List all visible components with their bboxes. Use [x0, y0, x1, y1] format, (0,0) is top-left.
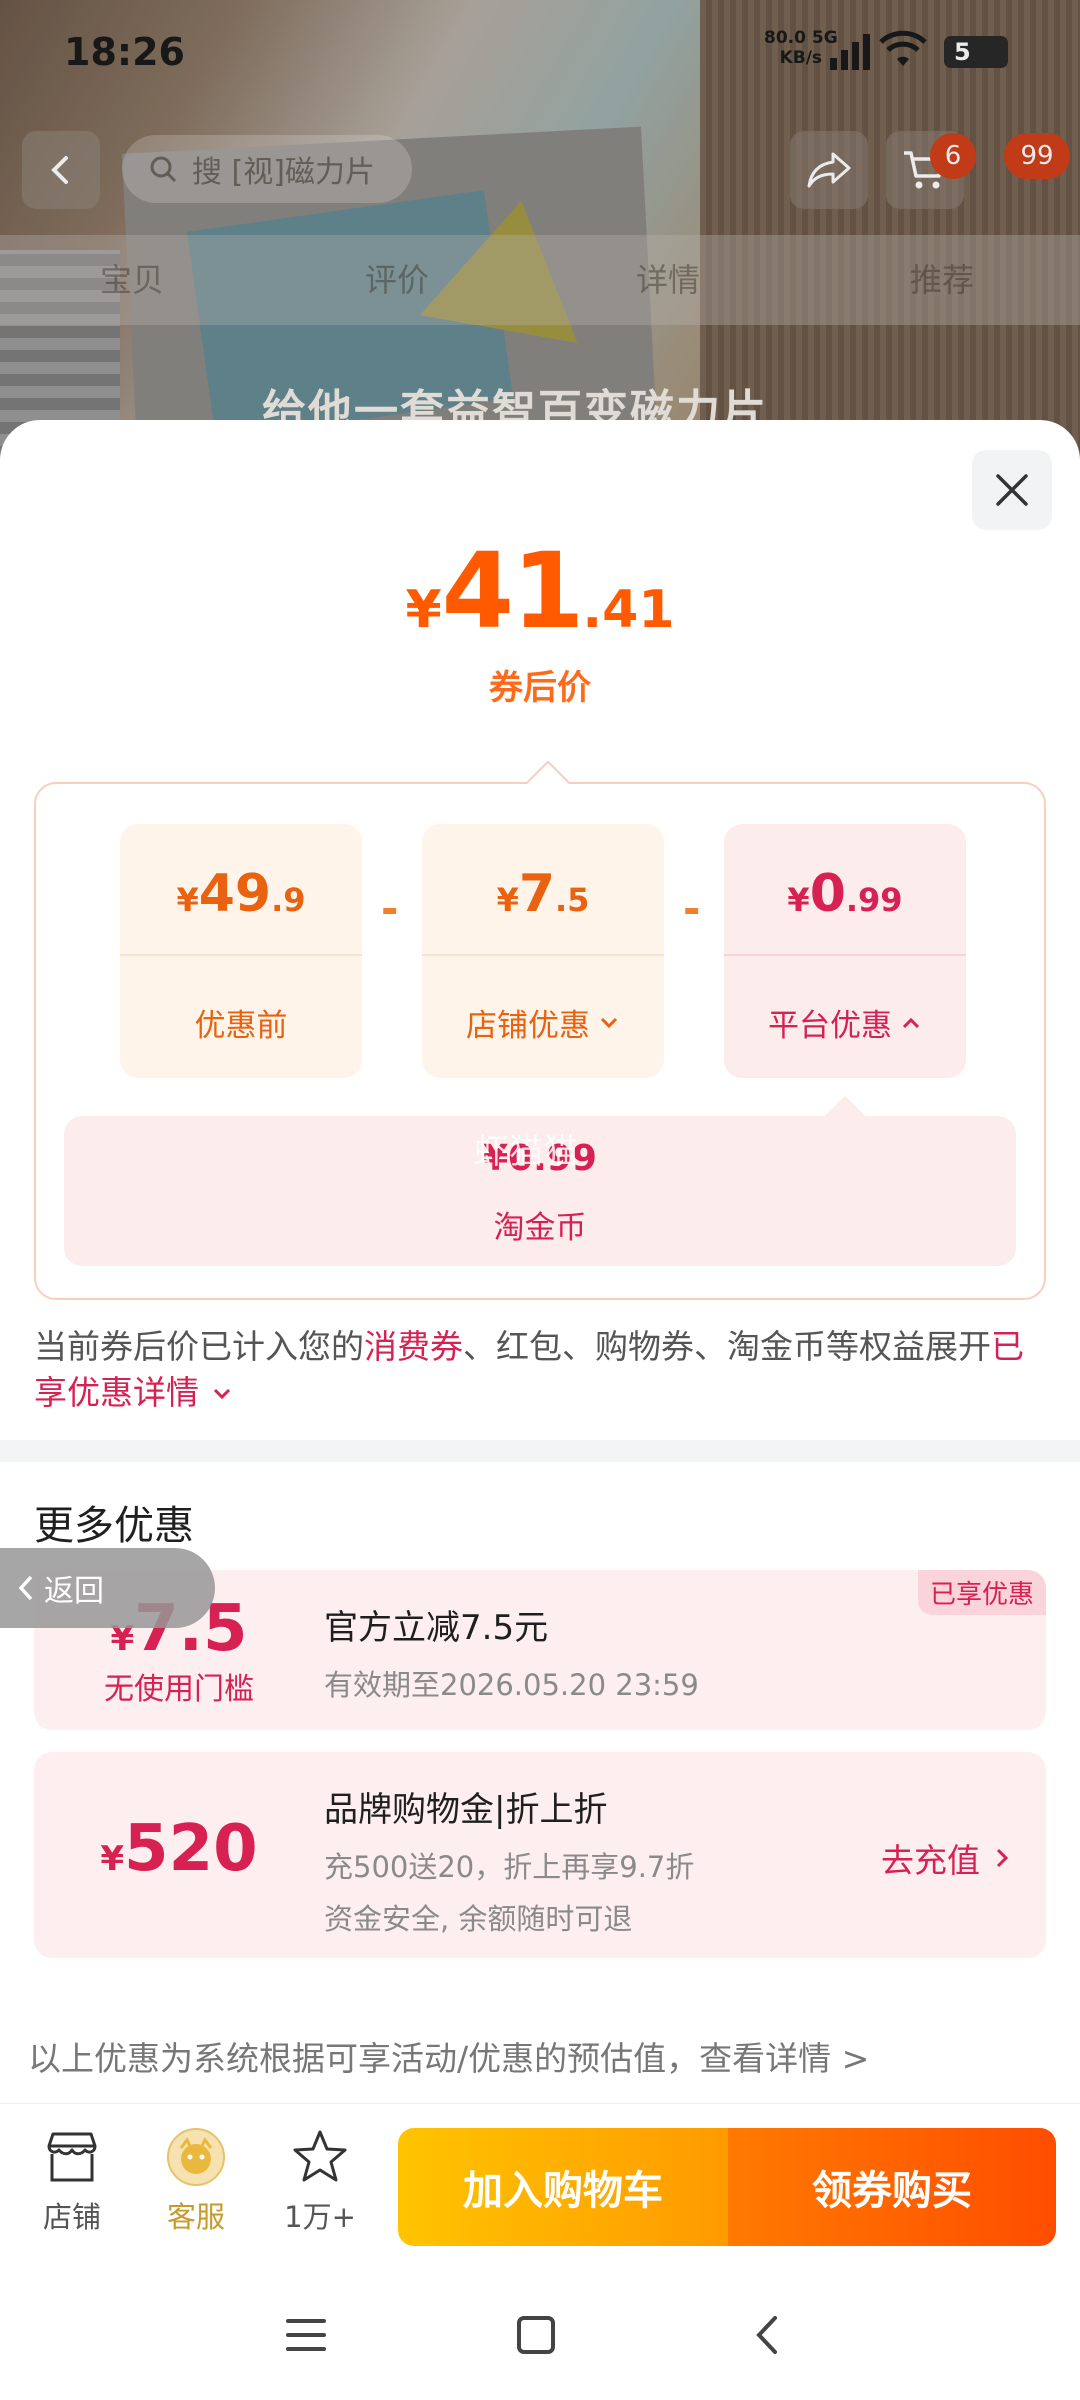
menu-icon [286, 2319, 326, 2351]
topup-button[interactable]: 去充值 [881, 1834, 1010, 1882]
bottom-action-bar: 店铺 客服 1万+ 加入购物车 领券购买 [0, 2103, 1080, 2253]
offer-title: 官方立减7.5元 [324, 1608, 549, 1648]
chevron-right-icon [996, 1848, 1009, 1868]
section-divider [0, 1440, 1080, 1462]
chevron-left-icon [18, 1575, 33, 1601]
floating-back-button[interactable]: 返回 [0, 1548, 215, 1628]
platform-discount-card[interactable]: ¥0.99 平台优惠 [724, 824, 966, 1078]
original-price-label: 优惠前 [194, 1008, 288, 1044]
system-navigation-bar [0, 2270, 1080, 2400]
add-to-cart-button[interactable]: 加入购物车 [398, 2128, 728, 2246]
back-key[interactable] [736, 2310, 796, 2360]
taojinbi-card: ¥0.99 淘金币 虾猫猫 [64, 1116, 1016, 1266]
watermark: 虾猫猫 [474, 1132, 579, 1172]
shop-button[interactable]: 店铺 [22, 2124, 122, 2236]
buy-with-coupon-button[interactable]: 领券购买 [728, 2128, 1056, 2246]
chevron-up-icon [902, 1017, 920, 1028]
offer-description: 资金安全, 余额随时可退 [324, 1902, 633, 1936]
favorite-button[interactable]: 1万+ [270, 2124, 370, 2236]
customer-service-button[interactable]: 客服 [146, 2124, 246, 2236]
offer-validity: 有效期至2026.05.20 23:59 [324, 1668, 699, 1702]
star-icon [293, 2130, 347, 2182]
offer-description: 充500送20，折上再享9.7折 [324, 1850, 695, 1884]
offer-title: 品牌购物金|折上折 [324, 1790, 608, 1830]
offer-card-shopping-credit: ¥520 品牌购物金|折上折 充500送20，折上再享9.7折 资金安全, 余额… [34, 1752, 1046, 1958]
shop-discount-label: 店铺优惠 [466, 1008, 590, 1044]
chevron-down-icon [600, 1017, 618, 1028]
disclaimer-link[interactable]: 以上优惠为系统根据可享活动/优惠的预估值，查看详情 > [28, 2032, 869, 2080]
offer-amount: ¥520 [100, 1812, 258, 1886]
enjoyed-badge: 已享优惠 [917, 1570, 1046, 1615]
shop-discount-card[interactable]: ¥7.5 店铺优惠 [422, 824, 664, 1078]
original-price-card: ¥49.9 优惠前 [120, 824, 362, 1078]
home-key[interactable] [506, 2310, 566, 2360]
minus-sign: - [381, 884, 399, 933]
offer-threshold: 无使用门槛 [104, 1672, 254, 1707]
final-price-label: 券后价 [489, 668, 591, 708]
platform-discount-label: 平台优惠 [768, 1008, 892, 1044]
more-offers-title: 更多优惠 [34, 1503, 194, 1549]
chevron-down-icon [213, 1388, 230, 1400]
close-icon [996, 474, 1028, 506]
store-icon [47, 2132, 97, 2182]
dim-overlay [0, 0, 1080, 470]
close-button[interactable] [972, 450, 1052, 530]
taojinbi-label: 淘金币 [493, 1210, 587, 1246]
back-icon [756, 2316, 777, 2354]
final-price: ¥41.41 [405, 530, 675, 652]
price-note: 当前券后价已计入您的消费券、红包、购物券、淘金币等权益展开已享优惠详情 [34, 1327, 1024, 1412]
purchase-buttons: 加入购物车 领券购买 [398, 2128, 1056, 2246]
breakdown-caret [525, 760, 571, 806]
price-breakdown: ¥49.9 优惠前 - ¥7.5 店铺优惠 - ¥0.99 平台优惠 ¥0.99… [34, 760, 1046, 1300]
service-icon [167, 2128, 225, 2186]
menu-key[interactable] [276, 2310, 336, 2360]
minus-sign: - [683, 884, 701, 933]
home-icon [517, 2316, 555, 2354]
